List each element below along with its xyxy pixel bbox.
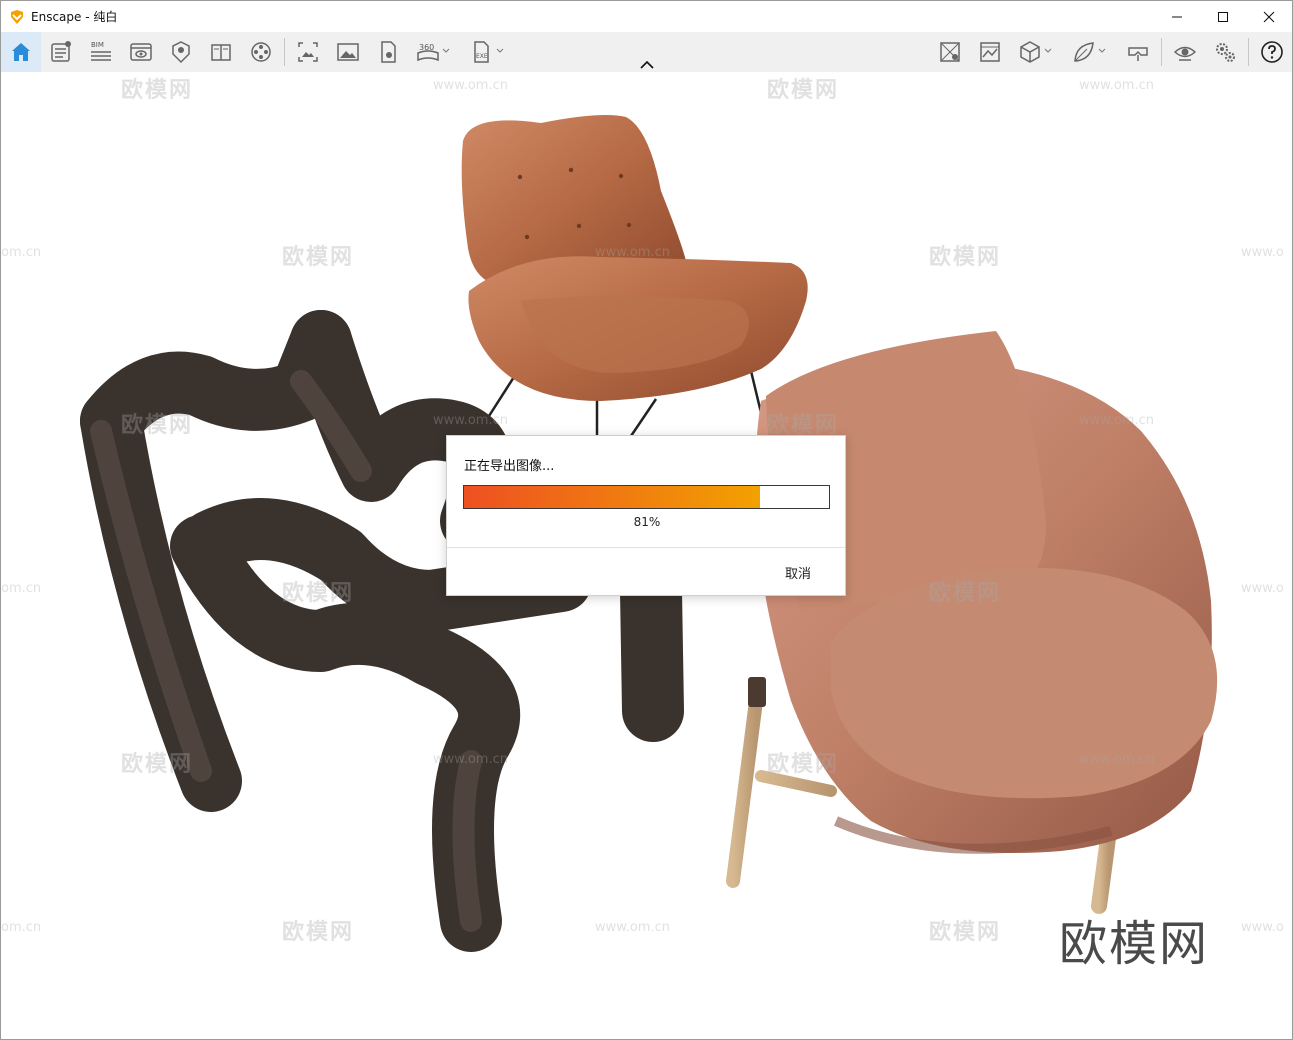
- texture-button[interactable]: [930, 32, 970, 72]
- vr-button[interactable]: [1118, 32, 1158, 72]
- watermark-url: www.om.cn: [433, 752, 508, 767]
- help-icon: [1261, 41, 1283, 63]
- watermark-brand: 欧模网: [282, 920, 355, 945]
- watermark-url: www.om.cn: [595, 245, 670, 260]
- cube-icon: [1020, 41, 1040, 63]
- bim-button[interactable]: BIM: [81, 32, 121, 72]
- window-controls: [1154, 1, 1292, 32]
- help-button[interactable]: [1252, 32, 1292, 72]
- location-button[interactable]: [161, 32, 201, 72]
- watermark-brand: 欧模网: [282, 581, 355, 606]
- toolbar-right: [930, 32, 1292, 72]
- screenshot-button[interactable]: [328, 32, 368, 72]
- watermark-url: om.cn: [1, 581, 42, 596]
- file-image-icon: [381, 41, 396, 63]
- watermark-url: om.cn: [1, 920, 42, 935]
- watermark-brand: 欧模网: [929, 581, 1002, 606]
- watermark-url: www.om.cn: [1079, 78, 1154, 93]
- close-button[interactable]: [1246, 1, 1292, 32]
- picture-icon: [337, 43, 359, 61]
- panorama-button[interactable]: 360: [408, 32, 450, 72]
- watermark-brand: 欧模网: [929, 920, 1002, 945]
- document-settings-button[interactable]: [41, 32, 81, 72]
- maximize-icon: [1218, 11, 1228, 22]
- texture-icon: [940, 42, 960, 62]
- svg-text:BIM: BIM: [91, 41, 104, 49]
- image-crop-icon: [298, 42, 318, 62]
- window-title: Enscape - 纯白: [31, 10, 118, 24]
- vr-headset-icon: [1128, 47, 1148, 61]
- material-button[interactable]: [970, 32, 1010, 72]
- bim-icon: BIM: [91, 41, 111, 61]
- app-window: Enscape - 纯白 BIM 360 EXE 欧模网 www.om.cn 欧…: [0, 0, 1293, 1040]
- image-crop-button[interactable]: [288, 32, 328, 72]
- vegetation-button[interactable]: [1064, 32, 1106, 72]
- panorama-360-icon: 360: [417, 43, 439, 62]
- maximize-button[interactable]: [1200, 1, 1246, 32]
- watermark-url: www.o: [1241, 920, 1284, 935]
- toolbar-separator: [284, 38, 285, 66]
- progress-percent-label: 81%: [633, 515, 661, 529]
- watermark-brand: 欧模网: [121, 752, 194, 777]
- document-settings-icon: [51, 41, 71, 62]
- view-icon: [130, 43, 152, 61]
- home-icon: [12, 43, 30, 61]
- book-icon: [211, 44, 231, 61]
- close-icon: [1263, 11, 1275, 22]
- toolbar-separator: [1161, 38, 1162, 66]
- book-button[interactable]: [201, 32, 241, 72]
- settings-gears-icon: [1216, 43, 1235, 62]
- general-settings-button[interactable]: [1205, 32, 1245, 72]
- watermark-url: www.o: [1241, 245, 1284, 260]
- watermark-brand: 欧模网: [767, 78, 840, 103]
- chevron-down-icon: [496, 48, 504, 53]
- watermark-url: www.om.cn: [433, 78, 508, 93]
- collapse-toolbar-chevron-icon[interactable]: [638, 59, 656, 71]
- batch-render-button[interactable]: [368, 32, 408, 72]
- material-icon: [980, 42, 1000, 62]
- site-logo-watermark: 欧模网: [1059, 916, 1210, 972]
- watermark-url: www.om.cn: [1079, 752, 1154, 767]
- progress-bar-fill: [464, 486, 760, 508]
- watermark-url: www.om.cn: [595, 920, 670, 935]
- asset-library-button[interactable]: [1010, 32, 1052, 72]
- film-reel-icon: [251, 42, 271, 62]
- watermark-url: www.om.cn: [1079, 413, 1154, 428]
- chevron-down-icon: [1044, 48, 1052, 53]
- export-exe-icon: EXE: [474, 41, 489, 63]
- watermark-brand: 欧模网: [121, 78, 194, 103]
- dialog-title: 正在导出图像...: [464, 459, 555, 474]
- location-icon: [172, 41, 190, 64]
- visual-settings-button[interactable]: [1165, 32, 1205, 72]
- svg-text:EXE: EXE: [476, 53, 488, 60]
- chevron-down-icon: [1098, 48, 1106, 53]
- view-button[interactable]: [121, 32, 161, 72]
- watermark-brand: 欧模网: [929, 245, 1002, 270]
- watermark-brand: 欧模网: [767, 752, 840, 777]
- watermark-brand: 欧模网: [121, 413, 194, 438]
- home-button[interactable]: [1, 32, 41, 72]
- watermark-url: www.om.cn: [433, 413, 508, 428]
- video-button[interactable]: [241, 32, 281, 72]
- watermark-url: www.o: [1241, 581, 1284, 596]
- title-bar: Enscape - 纯白: [1, 1, 1292, 32]
- watermark-brand: 欧模网: [282, 245, 355, 270]
- cancel-button[interactable]: 取消: [785, 563, 811, 582]
- enscape-logo-icon: [11, 9, 23, 24]
- export-exe-button[interactable]: EXE: [462, 32, 504, 72]
- tan-leather-chair: [461, 115, 808, 437]
- dialog-divider: [447, 547, 845, 548]
- progress-bar: [463, 485, 830, 509]
- leaf-icon: [1074, 42, 1094, 62]
- toolbar-separator: [1248, 38, 1249, 66]
- eye-icon: [1173, 46, 1197, 61]
- watermark-url: om.cn: [1, 245, 42, 260]
- export-progress-dialog: 正在导出图像... 81% 取消: [446, 435, 846, 596]
- minimize-button[interactable]: [1154, 1, 1200, 32]
- toolbar: BIM 360 EXE: [1, 32, 1292, 72]
- minimize-icon: [1172, 16, 1182, 17]
- chevron-down-icon: [442, 48, 450, 53]
